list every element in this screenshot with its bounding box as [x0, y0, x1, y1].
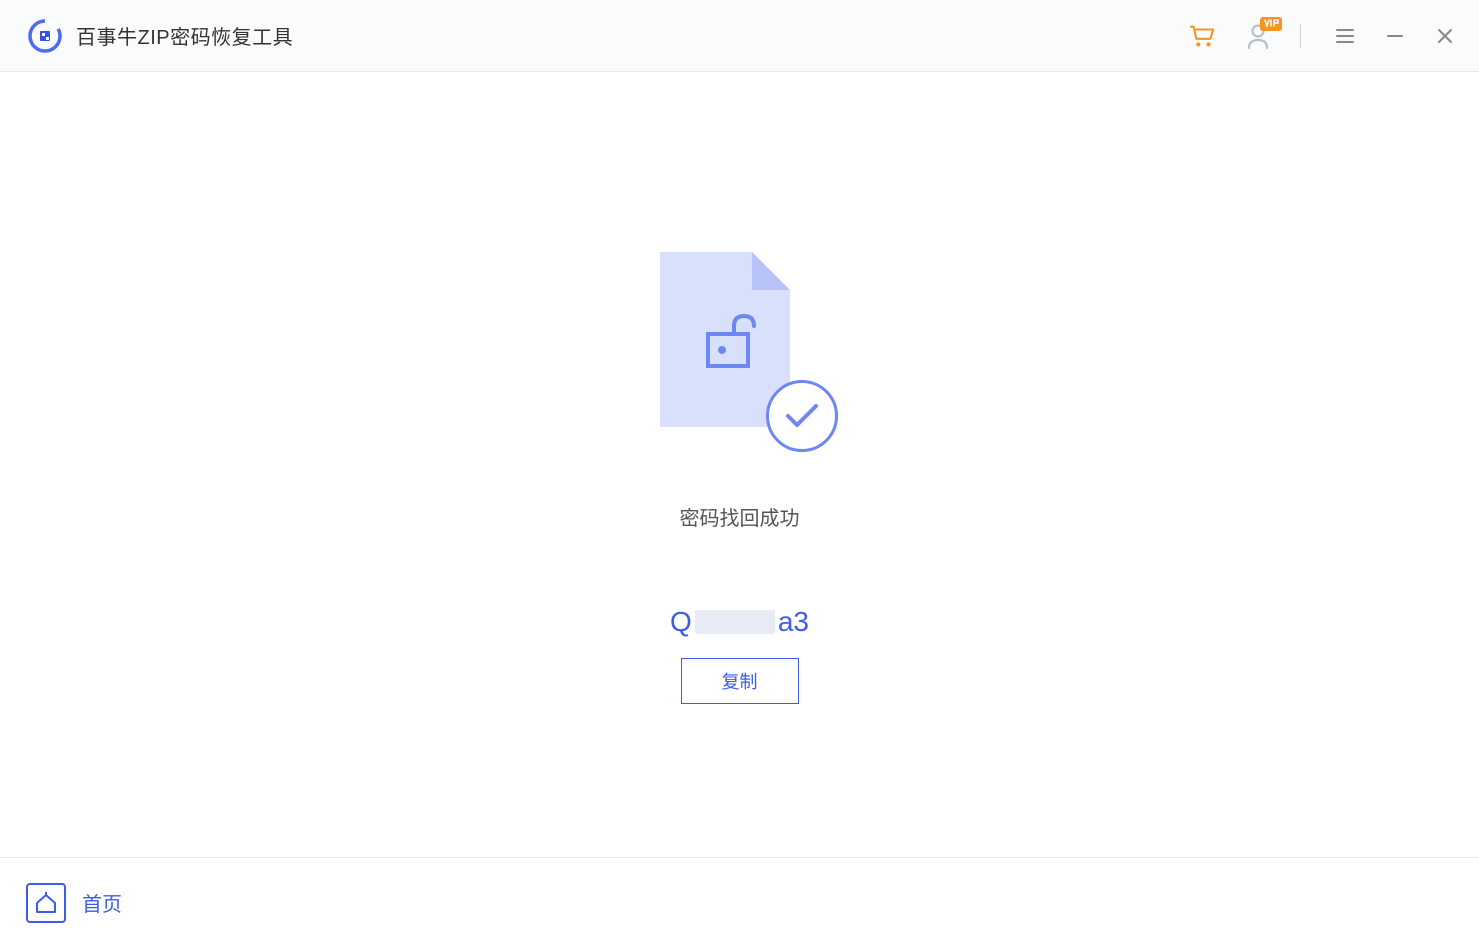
vip-badge-icon — [1260, 17, 1282, 36]
password-masked-portion — [695, 610, 775, 634]
success-illustration — [650, 252, 830, 442]
app-title: 百事牛ZIP密码恢复工具 — [76, 21, 293, 50]
password-prefix: Q — [670, 606, 692, 638]
home-icon — [26, 883, 66, 923]
titlebar: 百事牛ZIP密码恢复工具 — [0, 0, 1479, 72]
main-content: 密码找回成功 Q a3 复制 — [0, 72, 1479, 857]
app-logo-icon — [28, 19, 62, 53]
home-label: 首页 — [82, 888, 122, 917]
close-icon[interactable] — [1431, 22, 1459, 50]
cart-icon[interactable] — [1188, 22, 1216, 50]
checkmark-icon — [766, 380, 838, 452]
menu-icon[interactable] — [1331, 22, 1359, 50]
footer: 首页 — [0, 857, 1479, 947]
user-account-icon[interactable] — [1246, 23, 1270, 49]
titlebar-divider — [1300, 24, 1301, 48]
home-link[interactable]: 首页 — [26, 883, 122, 923]
copy-button[interactable]: 复制 — [681, 658, 799, 704]
titlebar-right — [1188, 22, 1459, 50]
window-controls — [1331, 22, 1459, 50]
unlock-icon — [702, 310, 756, 375]
status-text: 密码找回成功 — [680, 502, 800, 531]
minimize-icon[interactable] — [1381, 22, 1409, 50]
password-suffix: a3 — [778, 606, 809, 638]
password-result: Q a3 — [670, 606, 809, 638]
titlebar-left: 百事牛ZIP密码恢复工具 — [28, 19, 293, 53]
